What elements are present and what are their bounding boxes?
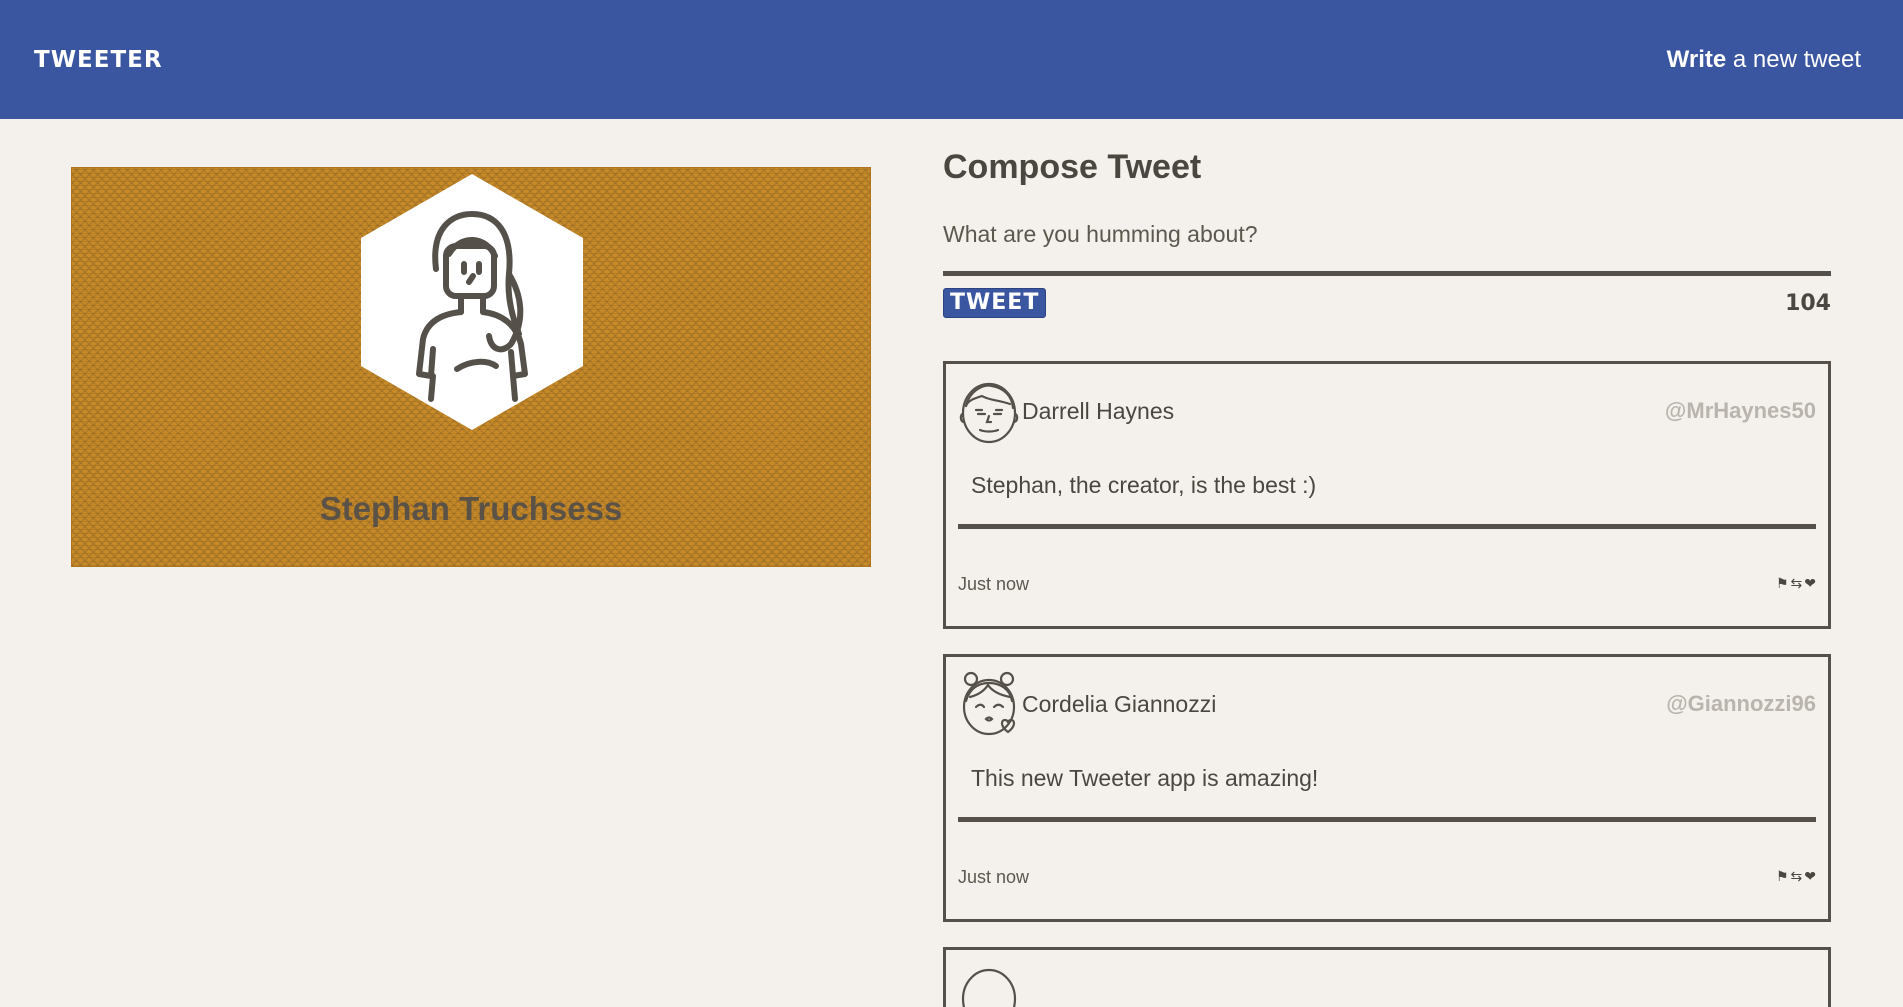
- tweet-button[interactable]: TWEET: [943, 288, 1047, 318]
- flag-icon[interactable]: ⚑: [1776, 868, 1789, 885]
- tweet-author-handle: @MrHaynes50: [1664, 398, 1816, 423]
- compose-divider: [943, 271, 1831, 276]
- tweet-card: Cordelia Giannozzi @Giannozzi96 This new…: [943, 654, 1831, 922]
- top-nav: TWEETER Write a new tweet: [0, 0, 1903, 119]
- tweet-divider: [958, 524, 1816, 529]
- flag-icon[interactable]: ⚑: [1776, 575, 1789, 592]
- tweet-actions: ⚑ ⇆ ❤: [1776, 868, 1816, 885]
- tweet-author-name: Darrell Haynes: [1022, 397, 1175, 424]
- compose-title: Compose Tweet: [943, 148, 1202, 186]
- tweet-text: Stephan, the creator, is the best :): [971, 472, 1317, 498]
- tweet-header: Darrell Haynes @MrHaynes50: [958, 378, 1816, 444]
- tweet-timestamp: Just now: [958, 574, 1030, 594]
- heart-icon[interactable]: ❤: [1804, 868, 1816, 885]
- tweet-author-handle: @Giannozzi96: [1666, 691, 1816, 716]
- compose-section: Compose Tweet TWEET 104: [943, 148, 1831, 318]
- profile-card: Stephan Truchsess: [71, 167, 871, 567]
- tweet-text: This new Tweeter app is amazing!: [971, 765, 1319, 791]
- compose-controls: TWEET 104: [943, 288, 1831, 318]
- man-avatar-icon: [959, 382, 1019, 444]
- write-rest-label: a new tweet: [1726, 45, 1861, 73]
- tweet-divider: [958, 817, 1816, 822]
- tweet-header: Cordelia Giannozzi @Giannozzi96: [958, 671, 1816, 737]
- girl-avatar-icon: [962, 671, 1016, 736]
- write-new-tweet-link[interactable]: Write a new tweet: [1667, 46, 1861, 74]
- retweet-icon[interactable]: ⇆: [1791, 868, 1803, 885]
- tweet-card: Darrell Haynes @MrHaynes50 Stephan, the …: [943, 361, 1831, 629]
- tweet-input[interactable]: [943, 217, 1831, 251]
- avatar-icon: [961, 968, 1017, 1007]
- brand-logo[interactable]: TWEETER: [34, 47, 163, 73]
- tweet-timestamp: Just now: [958, 867, 1030, 887]
- write-label: Write: [1666, 45, 1727, 73]
- tweet-card-partial: [943, 947, 1831, 1007]
- woman-avatar-icon: [361, 174, 583, 430]
- tweet-actions: ⚑ ⇆ ❤: [1776, 575, 1816, 592]
- retweet-icon[interactable]: ⇆: [1791, 575, 1803, 592]
- profile-name: Stephan Truchsess: [319, 490, 623, 527]
- character-counter: 104: [1785, 290, 1831, 316]
- tweet-author-name: Cordelia Giannozzi: [1022, 690, 1217, 717]
- heart-icon[interactable]: ❤: [1804, 575, 1816, 592]
